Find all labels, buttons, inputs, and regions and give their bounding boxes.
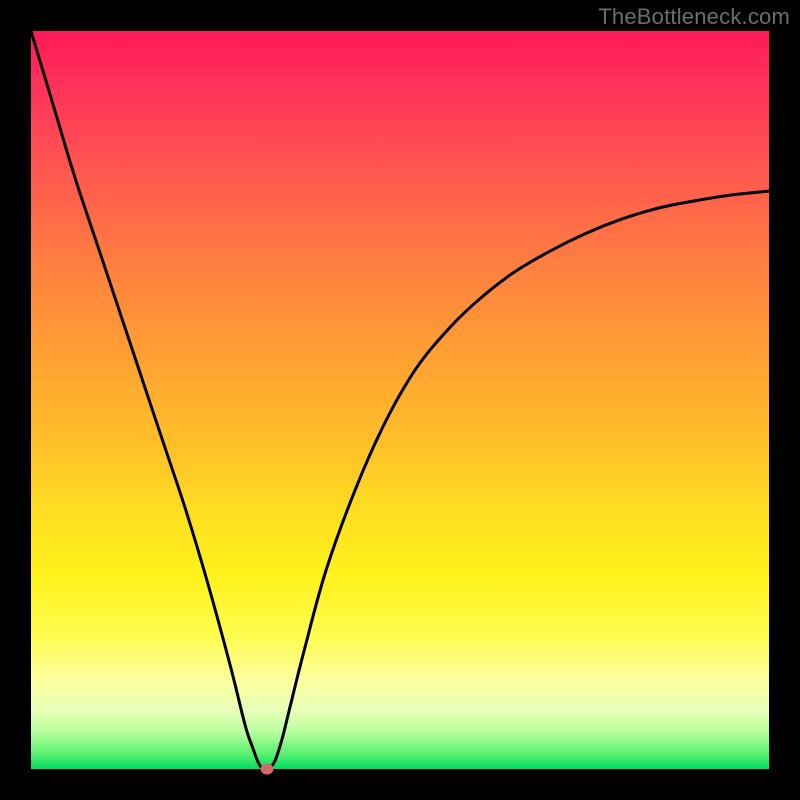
plot-area [31,31,769,769]
bottleneck-curve [31,31,769,769]
chart-frame: TheBottleneck.com [0,0,800,800]
watermark-text: TheBottleneck.com [598,4,790,30]
optimum-marker [261,764,274,775]
